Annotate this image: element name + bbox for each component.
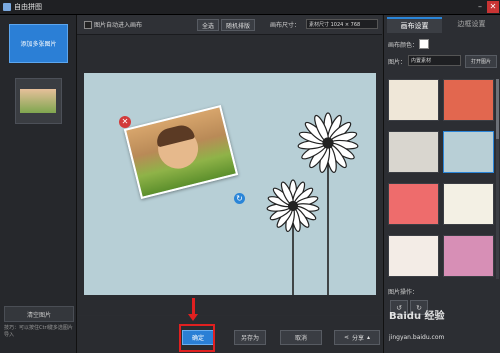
- highlight-arrow-head: [188, 314, 198, 321]
- canvas-size-select[interactable]: 素材尺寸 1024 × 768: [306, 19, 378, 29]
- watermark-url: jingyan.baidu.com: [389, 334, 445, 341]
- highlight-box: [179, 324, 215, 352]
- window-title: 自由拼图: [14, 3, 42, 11]
- canvas-toolbar: 图片自动进入画布 全选 随机排版 画布尺寸： 素材尺寸 1024 × 768: [77, 15, 382, 35]
- share-label: 分享: [352, 335, 365, 342]
- template-scrollbar[interactable]: [496, 79, 499, 279]
- template-thumbnail[interactable]: [388, 235, 439, 277]
- template-thumbnail[interactable]: [388, 79, 439, 121]
- template-thumbnail[interactable]: [443, 183, 494, 225]
- bottom-action-bar: 确定 另存为 取消 ⋖ 分享 ▴: [77, 298, 382, 353]
- select-all-button[interactable]: 全选: [197, 19, 219, 31]
- app-icon: [3, 3, 11, 11]
- scrollbar-thumb[interactable]: [496, 79, 499, 139]
- image-source-select[interactable]: 内置素材: [408, 55, 461, 66]
- tab-border-settings[interactable]: 边框设置: [444, 17, 499, 31]
- image-list-panel: 添加多张图片 清空图片 技巧：可以按住Ctrl键多选图片导入: [0, 15, 77, 353]
- close-button[interactable]: ✕: [487, 1, 499, 13]
- title-bar: 自由拼图 – ✕: [0, 0, 500, 15]
- image-label: 图片：: [388, 59, 407, 66]
- cancel-button[interactable]: 取消: [280, 330, 322, 345]
- add-images-button[interactable]: 添加多张图片: [9, 24, 68, 63]
- template-thumbnail-selected[interactable]: [443, 131, 494, 173]
- delete-photo-icon[interactable]: ✕: [119, 116, 131, 128]
- collage-canvas[interactable]: ✕ ↻: [84, 73, 376, 295]
- save-as-button[interactable]: 另存为: [234, 330, 266, 345]
- canvas-size-label: 画布尺寸：: [270, 22, 301, 29]
- small-flower-decoration: [266, 179, 320, 295]
- random-layout-button[interactable]: 随机排版: [221, 19, 255, 31]
- image-thumbnail[interactable]: [15, 78, 62, 124]
- auto-add-checkbox[interactable]: [84, 21, 92, 29]
- thumbnail-image: [20, 89, 56, 113]
- share-icon: ⋖: [343, 334, 349, 341]
- share-button[interactable]: ⋖ 分享 ▴: [334, 330, 380, 345]
- template-thumbnail[interactable]: [388, 183, 439, 225]
- chevron-up-icon: ▴: [367, 334, 371, 341]
- auto-add-label: 图片自动进入画布: [94, 22, 143, 29]
- placed-photo[interactable]: [123, 104, 239, 200]
- image-ops-label: 图片操作：: [388, 289, 419, 296]
- template-thumbnail[interactable]: [443, 79, 494, 121]
- tip-text: 技巧：可以按住Ctrl键多选图片导入: [4, 325, 73, 338]
- template-thumbnail[interactable]: [443, 235, 494, 277]
- tab-canvas-settings[interactable]: 画布设置: [387, 17, 442, 33]
- bg-color-swatch[interactable]: [419, 39, 429, 49]
- watermark-brand: Baidu 经验: [389, 311, 445, 322]
- minimize-button[interactable]: –: [474, 1, 486, 13]
- bg-color-label: 画布颜色：: [388, 42, 419, 49]
- settings-panel: 画布设置 边框设置 画布颜色： 图片： 内置素材 打开图片 图片操作： ↺ ↻: [383, 15, 500, 353]
- rotate-photo-icon[interactable]: ↻: [234, 193, 245, 204]
- template-grid: [388, 79, 494, 289]
- template-thumbnail[interactable]: [388, 131, 439, 173]
- clear-images-button[interactable]: 清空图片: [4, 306, 74, 322]
- canvas-area: ✕ ↻: [77, 35, 382, 315]
- open-image-button[interactable]: 打开图片: [465, 55, 497, 68]
